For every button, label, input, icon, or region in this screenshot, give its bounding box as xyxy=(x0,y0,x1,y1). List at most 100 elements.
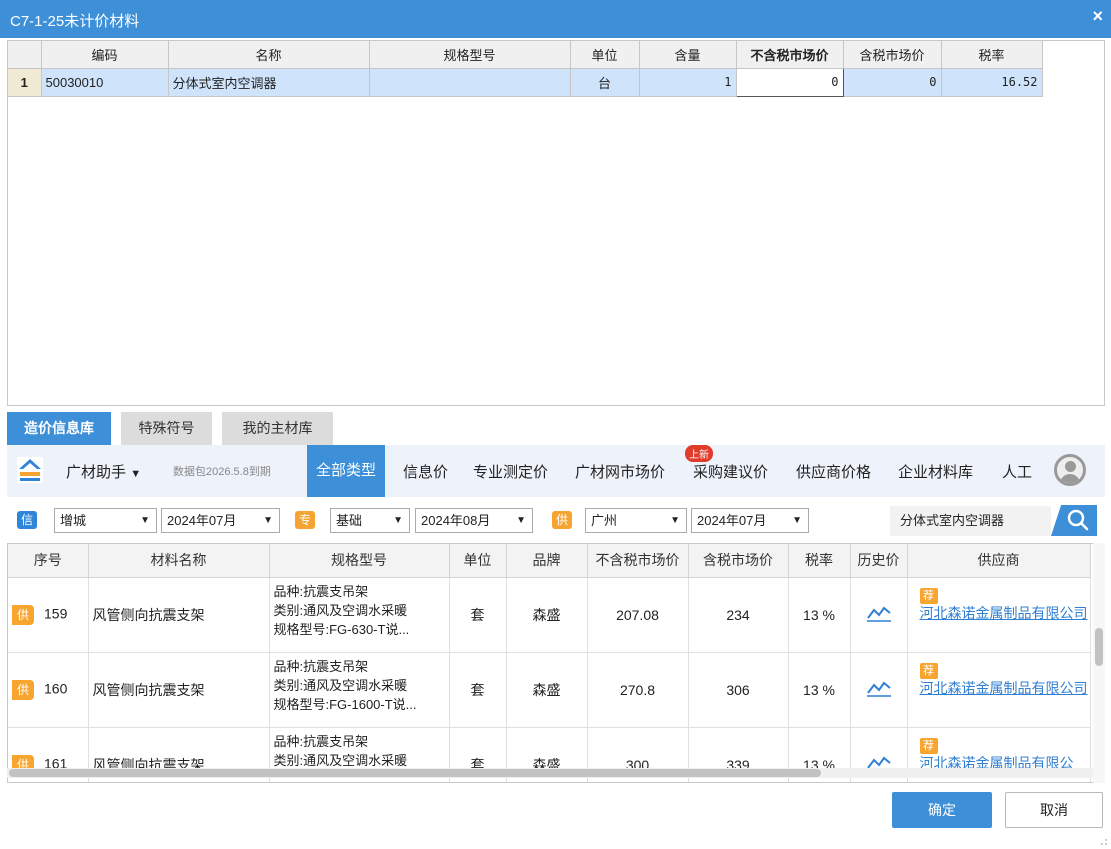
cancel-button[interactable]: 取消 xyxy=(1005,792,1103,828)
col-header-tax-rate[interactable]: 税率 xyxy=(788,544,851,578)
cell-tax-rate: 13 % xyxy=(788,577,851,653)
col-header-price-in-tax[interactable]: 含税市场价 xyxy=(843,41,942,69)
cell-price-ex-tax: 270.8 xyxy=(587,652,689,728)
chart-line-icon[interactable] xyxy=(866,604,892,622)
cell-price-in-tax[interactable]: 0 xyxy=(843,67,942,97)
chart-line-icon[interactable] xyxy=(866,679,892,697)
professional-type-select[interactable]: 基础 ▼ xyxy=(330,508,410,533)
gc-logo-icon xyxy=(17,457,43,483)
professional-date-value: 2024年08月 xyxy=(421,513,491,528)
col-header-price-ex-tax[interactable]: 不含税市场价 xyxy=(736,41,844,69)
col-header-name[interactable]: 名称 xyxy=(168,41,370,69)
category-market-price[interactable]: 广材网市场价 xyxy=(575,461,665,482)
table-row[interactable]: 供 160 风管侧向抗震支架 品种:抗震支吊架 类别:通风及空调水采暖 规格型号:… xyxy=(8,652,1091,728)
row-number-header xyxy=(8,41,42,69)
cell-unit: 套 xyxy=(449,652,507,728)
col-header-unit[interactable]: 单位 xyxy=(570,41,640,69)
material-grid-panel: 编码 名称 规格型号 单位 含量 不含税市场价 含税市场价 税率 1 50030… xyxy=(7,40,1105,406)
data-package-expiry: 数据包2026.5.8到期 xyxy=(173,466,271,478)
tab-price-info-library[interactable]: 造价信息库 xyxy=(7,412,111,445)
cell-spec: 品种:抗震支吊架 类别:通风及空调水采暖 规格型号:FG-630-T说... xyxy=(269,577,450,653)
chevron-down-icon: ▼ xyxy=(792,515,802,526)
info-region-select[interactable]: 增城 ▼ xyxy=(54,508,157,533)
category-info-price[interactable]: 信息价 xyxy=(403,461,448,482)
col-header-brand[interactable]: 品牌 xyxy=(506,544,588,578)
col-header-price-ex-tax[interactable]: 不含税市场价 xyxy=(587,544,689,578)
cell-tax-rate[interactable]: 16.52 xyxy=(941,67,1043,97)
horizontal-scrollbar[interactable] xyxy=(7,768,1093,778)
recommended-badge: 荐 xyxy=(919,737,938,754)
row-index: 159 xyxy=(44,605,68,622)
col-header-supplier[interactable]: 供应商 xyxy=(907,544,1091,578)
results-grid: 序号 材料名称 规格型号 单位 品牌 不含税市场价 含税市场价 税率 历史价 供… xyxy=(8,544,1091,782)
cell-code[interactable]: 50030010 xyxy=(41,67,169,97)
col-header-unit[interactable]: 单位 xyxy=(449,544,507,578)
cell-spec: 品种:抗震支吊架 类别:通风及空调水采暖 规格型号:FG-1600-T说... xyxy=(269,652,450,728)
professional-tag-icon: 专 xyxy=(295,511,315,529)
recommended-badge: 荐 xyxy=(919,587,938,604)
category-labor[interactable]: 人工 xyxy=(1002,461,1032,482)
supplier-tag-icon: 供 xyxy=(12,604,34,625)
chevron-down-icon: ▼ xyxy=(670,515,680,526)
cell-tax-rate: 13 % xyxy=(788,652,851,728)
cell-qty[interactable]: 1 xyxy=(639,67,737,97)
cell-name[interactable]: 分体式室内空调器 xyxy=(168,67,370,97)
close-icon[interactable]: × xyxy=(1092,6,1103,27)
col-header-price-in-tax[interactable]: 含税市场价 xyxy=(688,544,789,578)
supplier-date-select[interactable]: 2024年07月 ▼ xyxy=(691,508,809,533)
col-header-code[interactable]: 编码 xyxy=(41,41,169,69)
user-avatar-icon[interactable] xyxy=(1054,454,1086,486)
assistant-toolbar: 广材助手 ▼ 数据包2026.5.8到期 全部类型 信息价 专业测定价 广材网市… xyxy=(7,445,1105,497)
brand-dropdown[interactable]: 广材助手 ▼ xyxy=(66,461,141,482)
col-header-index[interactable]: 序号 xyxy=(8,544,89,578)
info-region-value: 增城 xyxy=(60,513,87,528)
cell-unit: 套 xyxy=(449,577,507,653)
col-header-spec[interactable]: 规格型号 xyxy=(369,41,571,69)
cell-spec[interactable] xyxy=(369,67,571,97)
tab-special-symbols[interactable]: 特殊符号 xyxy=(121,412,212,445)
col-header-spec[interactable]: 规格型号 xyxy=(269,544,450,578)
category-enterprise-library[interactable]: 企业材料库 xyxy=(898,461,973,482)
ok-button[interactable]: 确定 xyxy=(892,792,992,828)
category-purchase-advice-price[interactable]: 采购建议价 xyxy=(693,461,768,482)
category-professional-price[interactable]: 专业测定价 xyxy=(473,461,548,482)
search-input[interactable]: 分体式室内空调器 xyxy=(890,506,1051,536)
supplier-tag-icon: 供 xyxy=(12,679,34,700)
supplier-date-value: 2024年07月 xyxy=(697,513,767,528)
chevron-down-icon: ▼ xyxy=(516,515,526,526)
info-date-select[interactable]: 2024年07月 ▼ xyxy=(161,508,280,533)
col-header-tax-rate[interactable]: 税率 xyxy=(941,41,1043,69)
supplier-link[interactable]: 河北森诺金属制品有限公司 xyxy=(920,605,1088,621)
cell-unit[interactable]: 台 xyxy=(570,67,640,97)
chevron-down-icon: ▼ xyxy=(393,515,403,526)
scrollbar-thumb[interactable] xyxy=(9,769,821,777)
category-supplier-price[interactable]: 供应商价格 xyxy=(796,461,871,482)
cell-price-ex-tax-input[interactable]: 0 xyxy=(735,67,844,97)
supplier-region-value: 广州 xyxy=(591,513,618,528)
tab-my-main-materials[interactable]: 我的主材库 xyxy=(222,412,333,445)
info-date-value: 2024年07月 xyxy=(167,513,237,528)
chevron-down-icon: ▼ xyxy=(140,515,150,526)
search-icon xyxy=(1067,509,1089,531)
scrollbar-thumb[interactable] xyxy=(1095,628,1103,666)
resize-grip-icon[interactable] xyxy=(1100,838,1108,846)
row-number: 1 xyxy=(8,67,42,97)
supplier-region-select[interactable]: 广州 ▼ xyxy=(585,508,687,533)
brand-label: 广材助手 xyxy=(66,464,127,481)
cell-material-name: 风管侧向抗震支架 xyxy=(88,577,270,653)
cell-brand: 森盛 xyxy=(506,577,588,653)
material-grid: 编码 名称 规格型号 单位 含量 不含税市场价 含税市场价 税率 1 50030… xyxy=(8,41,1043,97)
search-button[interactable] xyxy=(1051,505,1097,536)
grid-header-row: 编码 名称 规格型号 单位 含量 不含税市场价 含税市场价 税率 xyxy=(8,41,1043,69)
table-row[interactable]: 供 159 风管侧向抗震支架 品种:抗震支吊架 类别:通风及空调水采暖 规格型号:… xyxy=(8,577,1091,653)
category-all-types[interactable]: 全部类型 xyxy=(307,445,386,497)
col-header-qty[interactable]: 含量 xyxy=(639,41,737,69)
cell-brand: 森盛 xyxy=(506,652,588,728)
col-header-material-name[interactable]: 材料名称 xyxy=(88,544,270,578)
vertical-scrollbar[interactable] xyxy=(1093,543,1105,783)
col-header-history[interactable]: 历史价 xyxy=(850,544,908,578)
recommended-badge: 荐 xyxy=(919,662,938,679)
grid-row[interactable]: 1 50030010 分体式室内空调器 台 1 0 0 16.52 xyxy=(8,67,1043,97)
supplier-link[interactable]: 河北森诺金属制品有限公司 xyxy=(920,680,1088,696)
professional-date-select[interactable]: 2024年08月 ▼ xyxy=(415,508,533,533)
